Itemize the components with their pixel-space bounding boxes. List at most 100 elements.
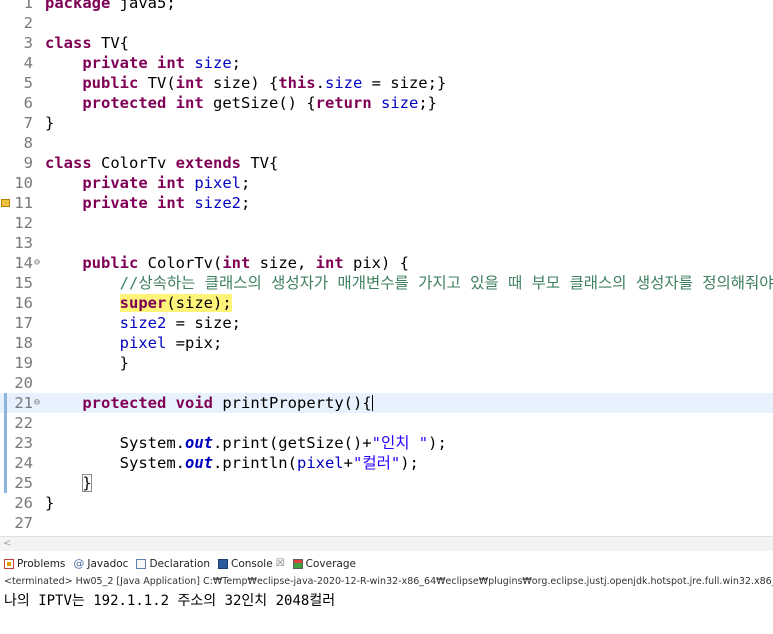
code-text[interactable]: protected int getSize() {return size;}	[45, 93, 437, 113]
change-ruler-marker	[4, 433, 7, 453]
close-tab-icon[interactable]: ☒	[276, 558, 285, 569]
code-line[interactable]: 15 //상속하는 클래스의 생성자가 매개변수를 가지고 있을 때 부모 클래…	[0, 273, 773, 293]
tab-label: Problems	[17, 557, 66, 570]
code-text[interactable]: //상속하는 클래스의 생성자가 매개변수를 가지고 있을 때 부모 클래스의 …	[45, 273, 773, 293]
code-line[interactable]: 6 protected int getSize() {return size;}	[0, 93, 773, 113]
code-text[interactable]: package java5;	[45, 0, 176, 13]
code-token: super	[119, 294, 167, 312]
code-token: int	[315, 254, 344, 272]
code-token: printProperty(){	[213, 394, 372, 412]
code-line[interactable]: 5 public TV(int size) {this.size = size;…	[0, 73, 773, 93]
code-token: = size;}	[362, 74, 447, 92]
code-token: extends	[175, 154, 241, 172]
code-token: ColorTv(	[138, 254, 223, 272]
fold-toggle-icon[interactable]: ⊖	[34, 253, 40, 273]
code-token: int	[175, 94, 204, 112]
tab-label: Console	[231, 557, 273, 570]
code-text[interactable]: public TV(int size) {this.size = size;}	[45, 73, 446, 93]
code-token: TV(	[138, 74, 176, 92]
code-text[interactable]: }	[45, 473, 92, 493]
line-number: 16	[14, 294, 33, 312]
tab-javadoc[interactable]: @ Javadoc	[69, 553, 132, 574]
code-line[interactable]: 1 package java5;	[0, 0, 773, 13]
line-number: 13	[14, 234, 33, 252]
tab-coverage[interactable]: Coverage	[289, 553, 360, 574]
fold-toggle-icon[interactable]: ⊖	[34, 393, 40, 413]
code-line[interactable]: 10 private int pixel;	[0, 173, 773, 193]
code-text[interactable]: size2 = size;	[45, 313, 241, 333]
code-line[interactable]: 12	[0, 213, 773, 233]
code-line[interactable]: 8	[0, 133, 773, 153]
code-text[interactable]: }	[45, 113, 54, 133]
tab-problems[interactable]: Problems	[0, 553, 69, 574]
code-line[interactable]: 20	[0, 373, 773, 393]
code-token: size) {	[203, 74, 279, 92]
code-line[interactable]: 16 super(size);	[0, 293, 773, 313]
change-ruler-marker	[4, 413, 7, 433]
code-line[interactable]: 25 }	[0, 473, 773, 493]
code-token: package	[45, 0, 111, 12]
line-number: 3	[23, 34, 33, 52]
tab-label: Javadoc	[87, 557, 129, 570]
code-line[interactable]: 2	[0, 13, 773, 33]
code-line[interactable]: 13	[0, 233, 773, 253]
code-line[interactable]: 22	[0, 413, 773, 433]
code-line[interactable]: 14 ⊖ public ColorTv(int size, int pix) {	[0, 253, 773, 273]
code-line[interactable]: 18 pixel =pix;	[0, 333, 773, 353]
code-line[interactable]: 24 System.out.println(pixel+"컬러");	[0, 453, 773, 473]
code-text[interactable]: System.out.println(pixel+"컬러");	[45, 453, 419, 473]
code-token: int	[222, 254, 251, 272]
code-token: int	[175, 74, 204, 92]
code-token: "인치 "	[371, 434, 429, 452]
coverage-icon	[292, 558, 303, 569]
console-output[interactable]: 나의 IPTV는 192.1.1.2 주소의 32인치 2048컬러	[4, 591, 335, 611]
code-line[interactable]: 23 System.out.print(getSize()+"인치 ");	[0, 433, 773, 453]
code-token: ;	[241, 194, 251, 212]
code-line[interactable]: 9 class ColorTv extends TV{	[0, 153, 773, 173]
code-token: class	[45, 34, 92, 52]
code-text[interactable]: class ColorTv extends TV{	[45, 153, 278, 173]
code-line[interactable]: 4 private int size;	[0, 53, 773, 73]
change-ruler-marker	[4, 453, 7, 473]
code-text[interactable]: System.out.print(getSize()+"인치 ");	[45, 433, 447, 453]
code-line[interactable]: 19 }	[0, 353, 773, 373]
code-line[interactable]: 27	[0, 513, 773, 533]
code-text[interactable]: private int size;	[45, 53, 241, 73]
scroll-left-arrow-icon[interactable]: <	[3, 537, 11, 550]
code-text[interactable]: pixel =pix;	[45, 333, 223, 353]
code-text[interactable]: private int pixel;	[45, 173, 250, 193]
code-line[interactable]: 7}	[0, 113, 773, 133]
code-text[interactable]: }	[45, 353, 129, 373]
code-token: //상속하는 클래스의 생성자가 매개변수를 가지고 있을 때 부모 클래스의 …	[119, 274, 773, 292]
code-text[interactable]: private int size2;	[45, 193, 250, 213]
bottom-panel-tabs: Problems @ Javadoc Declaration Console ☒ Cover…	[0, 553, 773, 574]
code-text[interactable]: class TV{	[45, 33, 129, 53]
code-line[interactable]: 21 ⊖ protected void printProperty(){	[0, 393, 773, 413]
horizontal-scrollbar[interactable]: <	[0, 536, 773, 551]
line-number: 25	[14, 474, 33, 492]
code-text[interactable]: protected void printProperty(){	[45, 393, 373, 413]
code-token: return	[315, 94, 372, 112]
code-text[interactable]: public ColorTv(int size, int pix) {	[45, 253, 409, 273]
code-token: pixel	[119, 334, 167, 352]
code-line[interactable]: 11 private int size2;	[0, 193, 773, 213]
code-line[interactable]: 17 size2 = size;	[0, 313, 773, 333]
tab-console[interactable]: Console ☒	[214, 553, 289, 574]
code-token: ;}	[418, 94, 437, 112]
code-token: );	[428, 434, 447, 452]
code-text[interactable]: super(size);	[45, 293, 232, 313]
line-number: 24	[14, 454, 33, 472]
code-text[interactable]: }	[45, 493, 54, 513]
code-token: out	[184, 454, 213, 472]
code-token: size2	[194, 194, 242, 212]
code-editor[interactable]: 1 package java5; 2 3 class TV{4 private int …	[0, 0, 773, 540]
code-line[interactable]: 3 class TV{	[0, 33, 773, 53]
code-line[interactable]: 26}	[0, 493, 773, 513]
tab-declaration[interactable]: Declaration	[132, 553, 214, 574]
code-token: size	[324, 74, 363, 92]
